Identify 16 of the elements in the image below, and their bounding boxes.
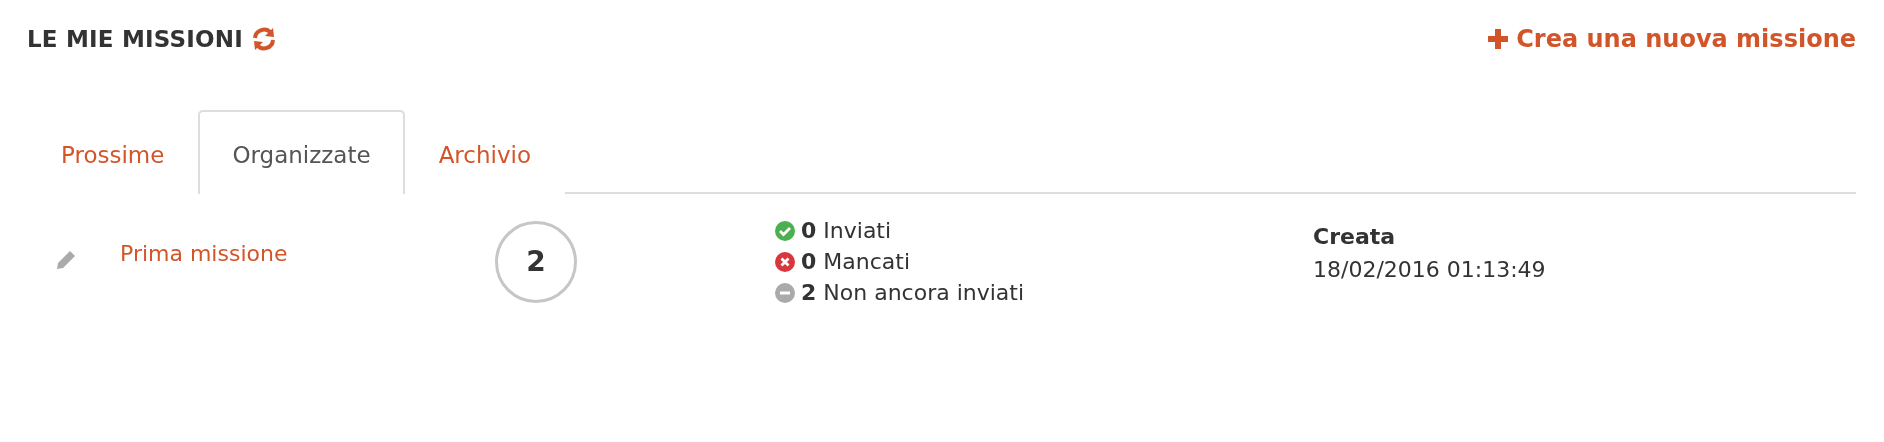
pencil-icon[interactable] (55, 248, 77, 271)
create-mission-link[interactable]: Crea una nuova missione (1488, 25, 1856, 53)
created-label: Creata (1313, 223, 1397, 249)
tab[interactable]: Organizzate (198, 110, 405, 194)
mission-link[interactable]: Prima missione (115, 241, 495, 266)
check-circle-icon (775, 220, 795, 241)
plus-icon (1488, 29, 1509, 49)
page-title: LE MIE MISSIONI (27, 26, 243, 52)
minus-circle-icon (775, 282, 795, 303)
refresh-icon[interactable] (251, 27, 277, 51)
participant-count: 2 (495, 220, 577, 303)
x-circle-icon (775, 251, 795, 272)
status-text: 0 Mancati (801, 249, 911, 274)
status-text: 2 Non ancora inviati (801, 280, 1025, 305)
status-text: 0 Inviati (801, 218, 892, 243)
created-date: 18/02/2016 01:13:49 (1313, 256, 1547, 282)
